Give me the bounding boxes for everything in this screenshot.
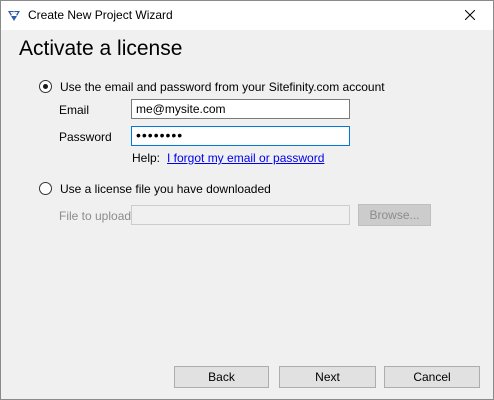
next-button[interactable]: Next	[279, 366, 376, 388]
file-path-field[interactable]	[131, 205, 350, 225]
file-option-radio[interactable]	[39, 182, 52, 195]
account-option-label[interactable]: Use the email and password from your Sit…	[60, 80, 385, 94]
password-label: Password	[59, 130, 112, 144]
browse-button[interactable]: Browse...	[358, 204, 431, 226]
email-label: Email	[59, 103, 90, 117]
file-upload-label: File to upload	[59, 209, 132, 223]
cancel-button[interactable]: Cancel	[384, 366, 480, 388]
wizard-window: Create New Project Wizard Activate a lic…	[0, 0, 494, 400]
title-bar[interactable]: Create New Project Wizard	[1, 1, 493, 30]
sitefinity-logo-icon	[7, 8, 21, 22]
email-field[interactable]: me@mysite.com	[131, 99, 350, 119]
close-button[interactable]	[447, 1, 493, 30]
file-option-label[interactable]: Use a license file you have downloaded	[60, 182, 271, 196]
back-button[interactable]: Back	[174, 366, 269, 388]
radio-selected-dot	[43, 84, 48, 89]
close-icon	[464, 9, 476, 23]
password-field[interactable]: ••••••••	[131, 126, 350, 146]
page-title: Activate a license	[19, 37, 183, 60]
forgot-credentials-link[interactable]: I forgot my email or password	[167, 151, 324, 165]
window-title: Create New Project Wizard	[28, 8, 173, 22]
account-option-radio[interactable]	[39, 80, 52, 93]
help-label: Help:	[132, 151, 161, 165]
